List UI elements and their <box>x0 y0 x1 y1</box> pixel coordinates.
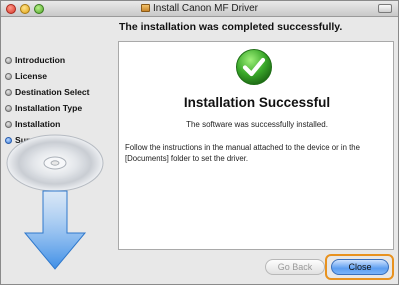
step-bullet-icon <box>5 73 12 80</box>
success-title: Installation Successful <box>183 95 331 110</box>
step-installation-type: Installation Type <box>5 100 117 116</box>
page-heading: The installation was completed successfu… <box>119 21 343 33</box>
window-title: Install Canon MF Driver <box>152 3 259 14</box>
step-bullet-icon <box>5 89 12 96</box>
step-label: Destination Select <box>15 87 90 97</box>
check-icon <box>236 49 272 85</box>
content-panel: Installation Successful The software was… <box>118 41 394 250</box>
window-title-container: Install Canon MF Driver <box>1 2 398 16</box>
step-introduction: Introduction <box>5 52 117 68</box>
package-icon <box>140 4 150 12</box>
toolbar-toggle-button[interactable] <box>378 4 392 13</box>
close-button[interactable]: Close <box>331 259 389 275</box>
go-back-button[interactable]: Go Back <box>265 259 325 275</box>
step-bullet-icon <box>5 57 12 64</box>
step-bullet-icon <box>5 105 12 112</box>
step-destination-select: Destination Select <box>5 84 117 100</box>
cd-icon <box>6 134 104 192</box>
step-label: Installation Type <box>15 103 83 113</box>
installer-window: Install Canon MF Driver The installation… <box>0 0 399 285</box>
step-license: License <box>5 68 117 84</box>
step-bullet-icon <box>5 121 12 128</box>
step-label: Installation <box>15 119 61 129</box>
success-subtitle: The software was successfully installed. <box>186 120 328 129</box>
step-label: License <box>15 71 48 81</box>
step-label: Introduction <box>15 55 66 65</box>
cd-installer-artwork <box>5 129 117 279</box>
down-arrow-icon <box>23 190 87 270</box>
instructions-text: Follow the instructions in the manual at… <box>125 143 360 163</box>
title-bar: Install Canon MF Driver <box>1 1 398 17</box>
